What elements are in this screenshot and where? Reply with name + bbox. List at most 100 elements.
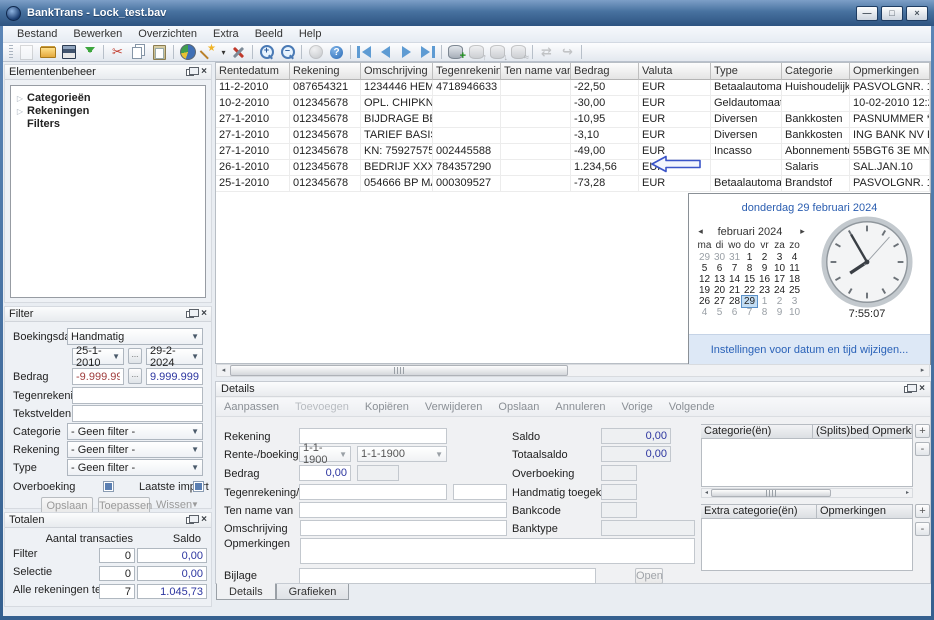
menu-item[interactable]: Help xyxy=(291,27,330,41)
calendar-day[interactable]: 16 xyxy=(757,274,772,285)
calendar-day[interactable]: 10 xyxy=(787,307,802,318)
calendar-day[interactable]: 14 xyxy=(727,274,742,285)
details-toolbar-button[interactable]: Vorige xyxy=(622,401,653,413)
calendar-day[interactable]: 8 xyxy=(757,307,772,318)
bedrag-min-input[interactable] xyxy=(72,368,124,385)
db-add-icon[interactable] xyxy=(445,43,466,61)
omschrijving-input[interactable] xyxy=(300,520,507,536)
calendar-day[interactable]: 13 xyxy=(712,274,727,285)
cut-icon[interactable] xyxy=(107,43,128,61)
float-panel-icon[interactable] xyxy=(186,517,194,524)
nav-last-icon[interactable] xyxy=(417,43,438,61)
column-header[interactable]: Extra categorie(ën) xyxy=(701,504,817,519)
categorie-select[interactable]: - Geen filter -▼ xyxy=(67,423,203,440)
bedrag-range-button[interactable]: ... xyxy=(128,368,142,384)
calendar-day[interactable]: 7 xyxy=(742,307,757,318)
calendar-day[interactable]: 28 xyxy=(727,296,742,307)
calendar-day[interactable]: 11 xyxy=(787,263,802,274)
db-up-icon[interactable] xyxy=(466,43,487,61)
calendar-day[interactable]: 27 xyxy=(712,296,727,307)
details-toolbar-button[interactable]: Verwijderen xyxy=(425,401,482,413)
calendar-day[interactable]: 31 xyxy=(727,252,742,263)
calendar-day[interactable]: 18 xyxy=(787,274,802,285)
calendar-day[interactable]: 9 xyxy=(757,263,772,274)
float-panel-icon[interactable] xyxy=(904,386,912,393)
close-button[interactable]: × xyxy=(906,6,928,21)
calendar-day[interactable]: 21 xyxy=(727,285,742,296)
column-header[interactable]: (Splits)bedrag xyxy=(813,424,869,439)
categorie-table-body[interactable] xyxy=(701,439,913,487)
save-icon[interactable] xyxy=(58,43,79,61)
scroll-right-icon[interactable]: ▸ xyxy=(903,488,912,499)
table-row[interactable]: 27-1-2010012345678BIJDRAGE BETA...-10,95… xyxy=(216,112,930,128)
categorie-hscrollbar[interactable]: ◂ ▸ xyxy=(701,488,913,498)
date-from-select[interactable]: 25-1-2010▼ xyxy=(72,348,124,365)
next-month-icon[interactable]: ▸ xyxy=(797,226,808,237)
details-toolbar-button[interactable]: Annuleren xyxy=(555,401,605,413)
rente-date2-select[interactable]: 1-1-1900▼ xyxy=(357,446,447,462)
menu-item[interactable]: Bestand xyxy=(9,27,65,41)
refresh-icon[interactable] xyxy=(536,43,557,61)
datetime-settings-link[interactable]: Instellingen voor datum en tijd wijzigen… xyxy=(711,344,909,356)
copy-icon[interactable] xyxy=(128,43,149,61)
close-panel-icon[interactable]: × xyxy=(201,515,207,525)
column-header[interactable]: Omschrijving xyxy=(361,63,433,80)
calendar-day[interactable]: 4 xyxy=(697,307,712,318)
calendar-day[interactable]: 6 xyxy=(727,307,742,318)
close-panel-icon[interactable]: × xyxy=(201,309,207,319)
calendar-day[interactable]: 24 xyxy=(772,285,787,296)
menu-item[interactable]: Extra xyxy=(205,27,247,41)
calendar-day[interactable]: 23 xyxy=(757,285,772,296)
calendar-day[interactable]: 22 xyxy=(742,285,757,296)
calendar-day[interactable]: 1 xyxy=(742,252,757,263)
bedrag-secondary-input[interactable] xyxy=(357,465,399,481)
open-bijlage-button[interactable]: Open xyxy=(635,568,663,584)
nav-next-icon[interactable] xyxy=(396,43,417,61)
details-toolbar-button[interactable]: Kopiëren xyxy=(365,401,409,413)
table-row[interactable]: 26-1-2010012345678BEDRIJF XXX7843572901.… xyxy=(216,160,930,176)
import-icon[interactable] xyxy=(79,43,100,61)
column-header[interactable]: Opmerking xyxy=(869,424,913,439)
column-header[interactable]: Categorie xyxy=(782,63,850,80)
calendar-day[interactable]: 3 xyxy=(772,252,787,263)
column-header[interactable]: Rekening xyxy=(290,63,361,80)
calendar-day[interactable]: 19 xyxy=(697,285,712,296)
tegenrekening-input[interactable] xyxy=(299,484,447,500)
calendar-day[interactable]: 4 xyxy=(787,252,802,263)
rekening-select[interactable]: - Geen filter -▼ xyxy=(67,441,203,458)
calendar-day[interactable]: 7 xyxy=(727,263,742,274)
sphere-icon[interactable] xyxy=(305,43,326,61)
details-toolbar-button[interactable]: Toevoegen xyxy=(295,401,349,413)
zoom-in-icon[interactable] xyxy=(256,43,277,61)
calendar-day[interactable]: 26 xyxy=(697,296,712,307)
toolbar-grip[interactable] xyxy=(9,45,13,59)
tegenrekening-input[interactable] xyxy=(72,387,203,404)
scroll-left-icon[interactable]: ◂ xyxy=(217,365,230,376)
calendar-day[interactable]: 1 xyxy=(757,296,772,307)
expand-arrow-icon[interactable]: ▷ xyxy=(13,107,27,116)
bedrag-max-input[interactable] xyxy=(146,368,203,385)
rente-date1-select[interactable]: 1-1-1900▼ xyxy=(299,446,351,462)
chart-icon[interactable] xyxy=(177,43,198,61)
calendar-day[interactable]: 2 xyxy=(757,252,772,263)
help-icon[interactable] xyxy=(326,43,347,61)
column-header[interactable]: Tegenrekening xyxy=(433,63,501,80)
wand-icon[interactable] xyxy=(198,43,219,61)
calendar-day[interactable]: 25 xyxy=(787,285,802,296)
new-icon[interactable] xyxy=(16,43,37,61)
table-row[interactable]: 27-1-2010012345678KN: 7592757597...00244… xyxy=(216,144,930,160)
table-row[interactable]: 10-2-2010012345678OPL. CHIPKNIP 0...-30,… xyxy=(216,96,930,112)
db-down-icon[interactable] xyxy=(487,43,508,61)
details-toolbar-button[interactable]: Aanpassen xyxy=(224,401,279,413)
calendar-day[interactable]: 5 xyxy=(712,307,727,318)
calendar-day[interactable]: 30 xyxy=(712,252,727,263)
menu-item[interactable]: Bewerken xyxy=(65,27,130,41)
paste-icon[interactable] xyxy=(149,43,170,61)
column-header[interactable]: Categorie(ën) xyxy=(701,424,813,439)
calendar-day[interactable]: 2 xyxy=(772,296,787,307)
add-categorie-button[interactable]: + xyxy=(915,424,930,438)
details-toolbar-button[interactable]: Opslaan xyxy=(498,401,539,413)
remove-extra-categorie-button[interactable]: - xyxy=(915,522,930,536)
scroll-right-icon[interactable]: ▸ xyxy=(916,365,929,376)
column-header[interactable]: Rentedatum xyxy=(216,63,290,80)
